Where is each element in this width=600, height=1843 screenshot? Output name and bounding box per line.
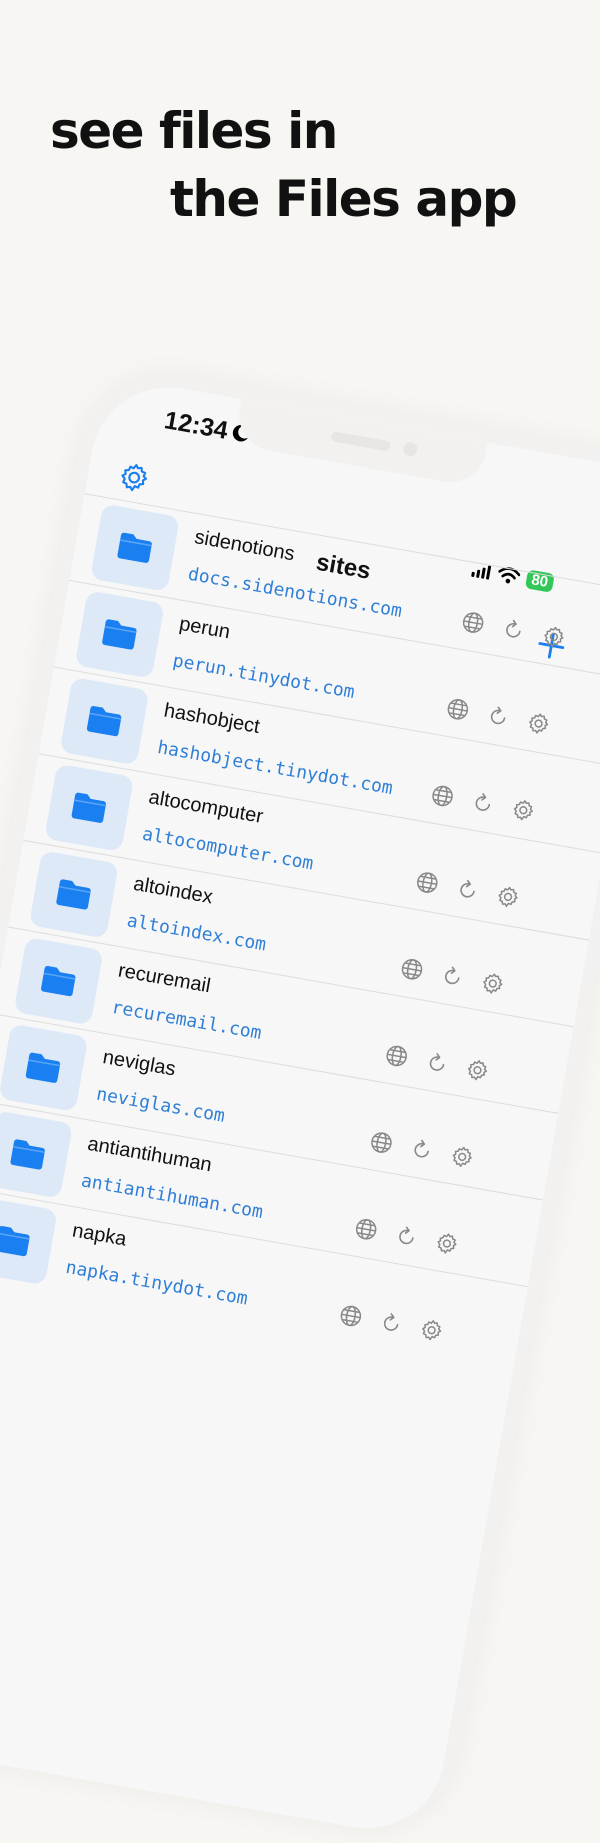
row-actions — [444, 695, 553, 737]
site-name: sidenotions — [192, 526, 297, 566]
refresh-icon[interactable] — [484, 703, 512, 731]
row-actions — [352, 1215, 461, 1257]
refresh-icon[interactable] — [469, 789, 497, 817]
folder-thumbnail[interactable] — [0, 1110, 74, 1199]
folder-icon — [41, 966, 76, 997]
globe-icon[interactable] — [459, 609, 487, 637]
gear-icon[interactable] — [433, 1230, 461, 1258]
folder-thumbnail[interactable] — [0, 1196, 58, 1286]
gear-icon[interactable] — [464, 1056, 492, 1084]
gear-icon[interactable] — [479, 970, 507, 998]
gear-icon[interactable] — [448, 1143, 476, 1171]
site-list: sidenotions docs.sidenotions.com perun p… — [0, 493, 600, 1378]
refresh-icon[interactable] — [408, 1136, 436, 1164]
site-url[interactable]: recuremail.com — [110, 997, 263, 1044]
site-name: perun — [177, 612, 232, 644]
refresh-icon[interactable] — [393, 1223, 421, 1251]
gear-icon[interactable] — [494, 883, 522, 911]
globe-icon[interactable] — [337, 1302, 365, 1330]
folder-icon — [0, 1226, 30, 1257]
folder-thumbnail[interactable] — [89, 503, 181, 592]
site-name: altocomputer — [147, 786, 265, 828]
row-actions — [429, 782, 538, 824]
gear-icon[interactable] — [540, 623, 568, 651]
folder-thumbnail[interactable] — [13, 936, 104, 1026]
site-name: recuremail — [116, 959, 213, 998]
refresh-icon[interactable] — [438, 963, 466, 991]
phone-mockup: 12:34 80 sites sidenotions docs.sidenoti… — [0, 360, 600, 1843]
gear-icon[interactable] — [525, 710, 553, 738]
status-time: 12:34 — [162, 406, 231, 445]
globe-icon[interactable] — [368, 1129, 396, 1157]
folder-thumbnail[interactable] — [0, 1023, 89, 1112]
row-actions — [337, 1302, 446, 1344]
row-actions — [413, 869, 522, 911]
gear-icon[interactable] — [418, 1316, 446, 1344]
front-camera — [402, 440, 419, 458]
folder-icon — [56, 879, 91, 910]
headline-line-1: see files in — [50, 102, 338, 160]
site-url[interactable]: altoindex.com — [125, 910, 267, 955]
folder-thumbnail[interactable] — [44, 763, 135, 852]
folder-thumbnail[interactable] — [74, 590, 165, 679]
globe-icon[interactable] — [383, 1042, 411, 1070]
gear-icon[interactable] — [509, 796, 537, 824]
refresh-icon[interactable] — [423, 1049, 451, 1077]
folder-icon — [25, 1052, 61, 1083]
phone-screen: 12:34 80 sites sidenotions docs.sidenoti… — [0, 375, 600, 1841]
globe-icon[interactable] — [398, 955, 426, 983]
folder-icon — [10, 1139, 45, 1170]
folder-icon — [117, 532, 152, 563]
settings-gear-icon[interactable] — [116, 459, 153, 496]
globe-icon[interactable] — [413, 869, 441, 897]
refresh-icon[interactable] — [500, 616, 528, 644]
folder-thumbnail[interactable] — [59, 676, 150, 766]
folder-thumbnail[interactable] — [28, 850, 119, 939]
folder-icon — [102, 619, 137, 650]
site-name: napka — [70, 1219, 129, 1251]
refresh-icon[interactable] — [454, 876, 482, 904]
site-url[interactable]: napka.tinydot.com — [64, 1257, 249, 1310]
site-name: antiantihuman — [85, 1132, 214, 1177]
speaker-grille — [330, 431, 392, 452]
row-actions — [398, 955, 507, 997]
headline-line-2: the Files app — [170, 170, 518, 228]
row-actions — [383, 1042, 492, 1084]
site-name: hashobject — [162, 699, 262, 738]
site-url[interactable]: neviglas.com — [95, 1084, 227, 1127]
globe-icon[interactable] — [352, 1215, 380, 1243]
folder-icon — [86, 706, 122, 737]
row-actions — [459, 609, 568, 651]
row-actions — [368, 1129, 477, 1171]
folder-icon — [71, 792, 106, 823]
site-name: neviglas — [101, 1046, 178, 1081]
refresh-icon[interactable] — [377, 1309, 405, 1337]
globe-icon[interactable] — [444, 695, 472, 723]
site-name: altoindex — [131, 872, 215, 909]
globe-icon[interactable] — [429, 782, 457, 810]
